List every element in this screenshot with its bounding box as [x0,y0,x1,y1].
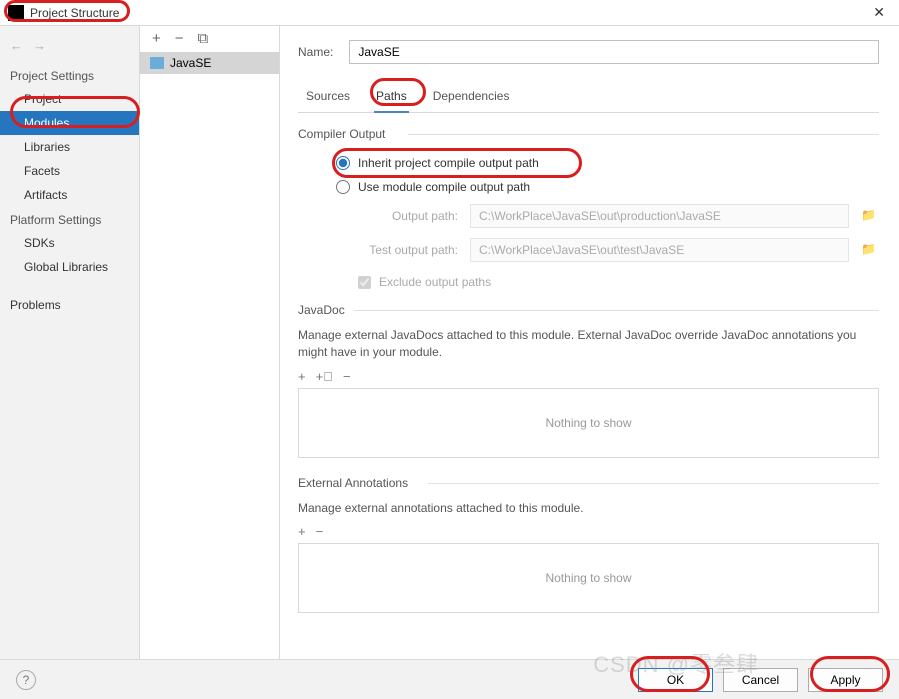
name-label: Name: [298,45,333,59]
sidebar-item-libraries[interactable]: Libraries [0,135,139,159]
javadoc-desc: Manage external JavaDocs attached to thi… [298,327,879,361]
add-module-icon[interactable]: + [152,30,161,47]
radio-inherit-label: Inherit project compile output path [358,156,539,170]
cancel-button[interactable]: Cancel [723,668,798,692]
nav-arrows: ← → [0,34,139,63]
content-panel: Name: Sources Paths Dependencies Compile… [280,26,899,659]
close-icon[interactable]: ✕ [867,4,891,21]
browse-output-icon: 📁 [861,208,879,224]
tab-paths[interactable]: Paths [374,84,409,113]
exclude-checkbox [358,276,371,289]
module-item-javase[interactable]: JavaSE [140,52,279,74]
folder-icon [150,57,164,69]
test-output-path-input [470,238,849,262]
compiler-output-title: Compiler Output [298,127,879,141]
javadoc-toolbar: + +⃓ − [298,365,879,388]
tab-sources[interactable]: Sources [304,84,352,112]
browse-test-output-icon: 📁 [861,242,879,258]
sidebar-item-artifacts[interactable]: Artifacts [0,183,139,207]
apply-button[interactable]: Apply [808,668,883,692]
output-path-label: Output path: [358,209,458,223]
section-project-settings: Project Settings [0,63,139,87]
exclude-checkbox-row: Exclude output paths [298,267,879,303]
radio-use-module-input[interactable] [336,180,350,194]
sidebar-item-modules[interactable]: Modules [0,111,139,135]
footer: ? OK Cancel Apply [0,659,899,699]
sidebar-item-problems[interactable]: Problems [0,293,139,317]
ext-annotations-empty: Nothing to show [298,543,879,613]
javadoc-empty: Nothing to show [298,388,879,458]
test-output-path-label: Test output path: [358,243,458,257]
sidebar-item-facets[interactable]: Facets [0,159,139,183]
javadoc-add-url-icon[interactable]: +⃓ [316,369,333,384]
sidebar-item-sdks[interactable]: SDKs [0,231,139,255]
sidebar-item-project[interactable]: Project [0,87,139,111]
extann-add-icon[interactable]: + [298,524,306,539]
window-title: Project Structure [30,6,119,20]
sidebar-item-global-libraries[interactable]: Global Libraries [0,255,139,279]
radio-inherit[interactable]: Inherit project compile output path [298,151,879,175]
ext-annotations-desc: Manage external annotations attached to … [298,500,879,517]
tab-dependencies[interactable]: Dependencies [431,84,512,112]
sidebar: ← → Project Settings Project Modules Lib… [0,26,140,659]
radio-inherit-input[interactable] [336,156,350,170]
ext-annotations-title: External Annotations [298,476,879,490]
back-arrow-icon[interactable]: ← [10,38,23,53]
module-name: JavaSE [170,56,211,70]
copy-module-icon[interactable]: ⧉ [198,30,209,47]
output-path-input [470,204,849,228]
radio-use-module-label: Use module compile output path [358,180,530,194]
exclude-label: Exclude output paths [379,275,491,289]
forward-arrow-icon[interactable]: → [33,38,46,53]
remove-module-icon[interactable]: − [175,30,184,47]
radio-use-module[interactable]: Use module compile output path [298,175,879,199]
section-platform-settings: Platform Settings [0,207,139,231]
app-icon [8,5,24,21]
tabs: Sources Paths Dependencies [298,84,879,113]
name-input[interactable] [349,40,879,64]
module-list: + − ⧉ JavaSE [140,26,280,659]
javadoc-title: JavaDoc [298,303,879,317]
ext-annotations-toolbar: + − [298,520,879,543]
help-icon[interactable]: ? [16,670,36,690]
titlebar: Project Structure ✕ [0,0,899,26]
javadoc-add-icon[interactable]: + [298,369,306,384]
ok-button[interactable]: OK [638,668,713,692]
extann-remove-icon[interactable]: − [316,524,324,539]
javadoc-remove-icon[interactable]: − [343,369,351,384]
